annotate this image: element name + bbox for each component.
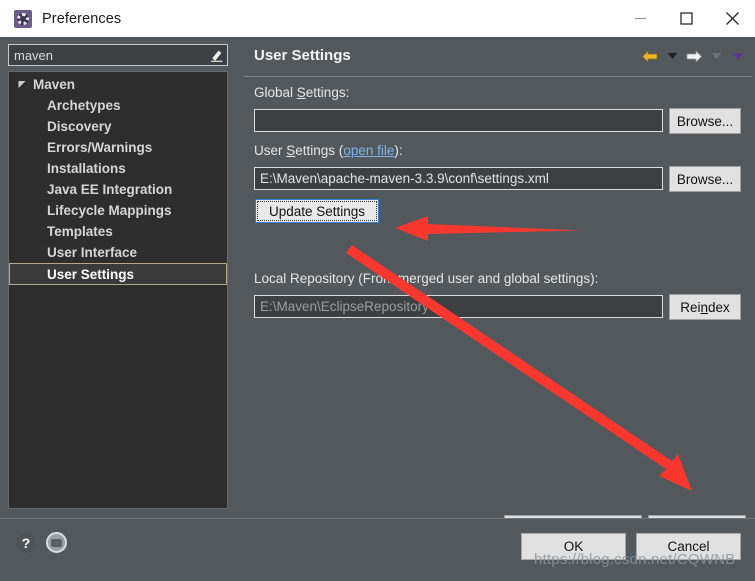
tree-item-label: Discovery <box>47 119 112 134</box>
forward-arrow-icon[interactable] <box>685 48 703 64</box>
tree-item-java-ee-integration[interactable]: Java EE Integration <box>9 179 227 200</box>
preferences-dialog: Preferences maven Maven Archetypes Disco… <box>0 0 755 581</box>
tree-item-discovery[interactable]: Discovery <box>9 116 227 137</box>
global-settings-label: Global Settings: <box>254 85 350 100</box>
panel-header: User Settings <box>240 37 755 77</box>
user-settings-value: E:\Maven\apache-maven-3.3.9\conf\setting… <box>260 171 549 186</box>
tree-item-label: User Interface <box>47 245 138 260</box>
close-button[interactable] <box>709 0 755 37</box>
minimize-button[interactable] <box>617 0 663 37</box>
preferences-tree[interactable]: Maven Archetypes Discovery Errors/Warnin… <box>8 71 228 509</box>
panel-nav-icons <box>641 48 747 64</box>
tree-item-installations[interactable]: Installations <box>9 158 227 179</box>
tree-item-label: Templates <box>47 224 113 239</box>
dialog-body: Maven Archetypes Discovery Errors/Warnin… <box>0 37 755 541</box>
open-file-link[interactable]: open file <box>343 143 394 158</box>
local-repository-input: E:\Maven\EclipseRepository <box>254 295 663 318</box>
sidebar: Maven Archetypes Discovery Errors/Warnin… <box>0 37 236 518</box>
search-input[interactable] <box>9 46 206 64</box>
global-settings-browse-button[interactable]: Browse... <box>669 108 741 134</box>
tree-list: Maven Archetypes Discovery Errors/Warnin… <box>9 72 227 285</box>
tree-item-label: User Settings <box>47 266 135 282</box>
tree-item-label: Errors/Warnings <box>47 140 153 155</box>
tree-item-errors-warnings[interactable]: Errors/Warnings <box>9 137 227 158</box>
forward-history-chevron-down-disabled-icon <box>707 48 725 64</box>
local-repository-label: Local Repository (From merged user and g… <box>254 271 599 286</box>
maximize-button[interactable] <box>663 0 709 37</box>
local-repository-value: E:\Maven\EclipseRepository <box>260 299 429 314</box>
button-label: Update Settings <box>268 203 366 219</box>
tree-item-label: Lifecycle Mappings <box>47 203 172 218</box>
button-label: Reindex <box>680 299 730 315</box>
clear-eraser-icon[interactable] <box>206 45 226 65</box>
window-controls <box>617 0 755 37</box>
tree-item-label: Maven <box>33 77 76 92</box>
user-settings-browse-button[interactable]: Browse... <box>669 166 741 192</box>
page-title: User Settings <box>254 47 351 64</box>
gear-circle-icon[interactable] <box>46 532 67 553</box>
global-settings-input[interactable] <box>254 109 663 132</box>
preferences-gear-icon <box>14 9 32 28</box>
tree-item-label: Archetypes <box>47 98 121 113</box>
more-menu-chevron-down-icon[interactable] <box>729 48 747 64</box>
panel-content: Global Settings: Browse... User Settings… <box>240 77 755 541</box>
watermark-text: https://blog.csdn.net/CQWNB <box>534 551 736 568</box>
button-label: Browse... <box>676 113 734 129</box>
tree-item-label: Java EE Integration <box>47 182 173 197</box>
tree-item-label: Installations <box>47 161 126 176</box>
collapse-triangle-icon[interactable] <box>15 80 29 89</box>
tree-item-lifecycle-mappings[interactable]: Lifecycle Mappings <box>9 200 227 221</box>
user-settings-input[interactable]: E:\Maven\apache-maven-3.3.9\conf\setting… <box>254 167 663 190</box>
back-arrow-icon[interactable] <box>641 48 659 64</box>
search-box[interactable] <box>8 44 228 66</box>
tree-item-user-settings[interactable]: User Settings <box>9 263 227 285</box>
question-help-icon[interactable]: ? <box>16 532 36 553</box>
update-settings-button[interactable]: Update Settings <box>255 199 379 223</box>
back-history-chevron-down-icon[interactable] <box>663 48 681 64</box>
window-title: Preferences <box>42 10 122 27</box>
tree-item-user-interface[interactable]: User Interface <box>9 242 227 263</box>
button-label: Browse... <box>676 171 734 187</box>
footer-help-icons: ? <box>16 532 67 553</box>
user-settings-label: User Settings (open file): <box>254 143 403 158</box>
tree-item-maven[interactable]: Maven <box>9 74 227 95</box>
tree-item-archetypes[interactable]: Archetypes <box>9 95 227 116</box>
tree-item-templates[interactable]: Templates <box>9 221 227 242</box>
title-bar: Preferences <box>0 0 755 37</box>
settings-panel: User Settings Global Settings: Browse...… <box>240 37 755 541</box>
reindex-button[interactable]: Reindex <box>669 294 741 320</box>
